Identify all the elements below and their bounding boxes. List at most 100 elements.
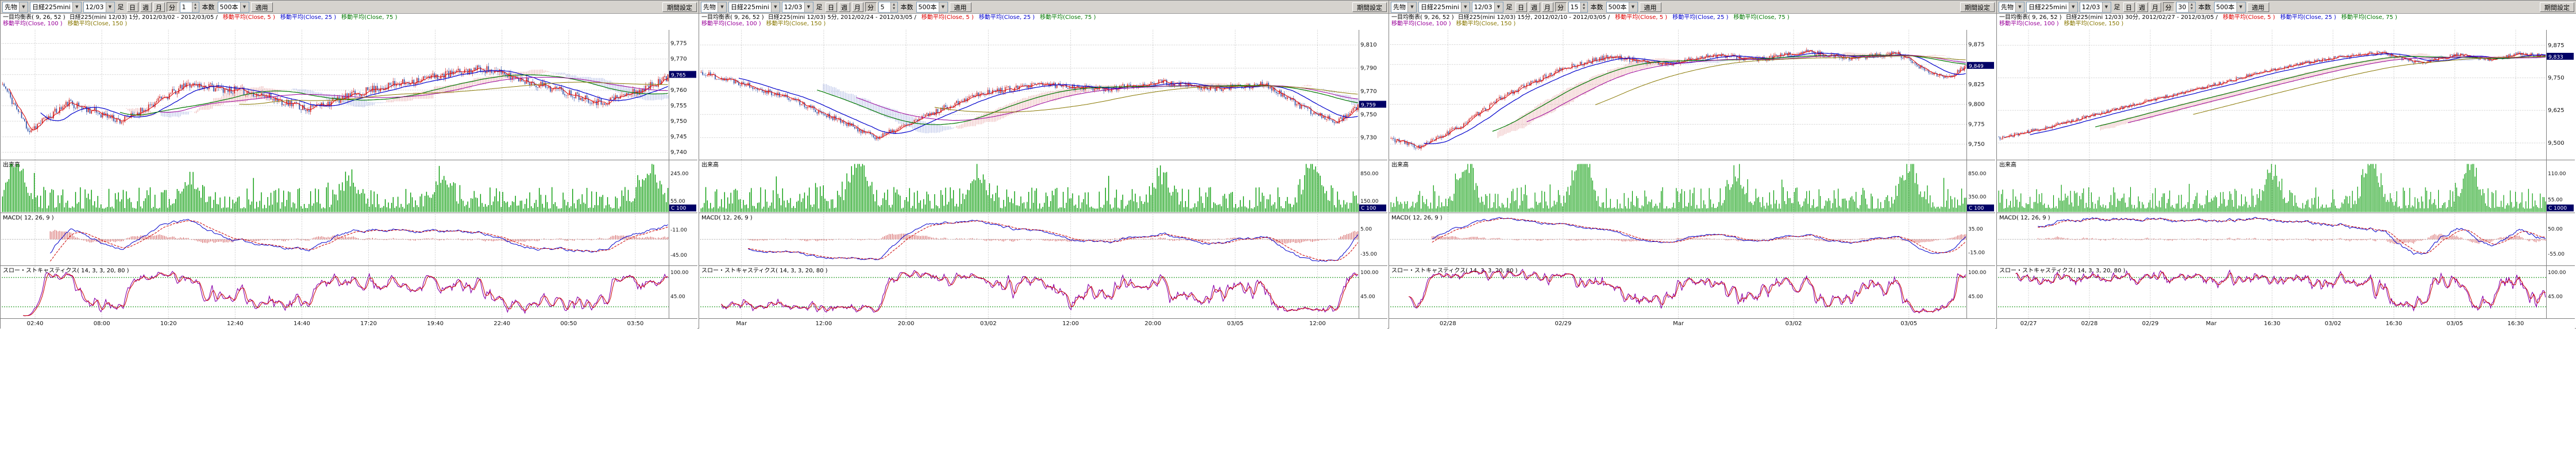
chevron-down-icon: ▼ — [718, 2, 726, 12]
weekly-button[interactable]: 週 — [2137, 2, 2148, 12]
instrument-select[interactable]: 日経225mini▼ — [2026, 2, 2078, 13]
apply-button[interactable]: 適用 — [950, 2, 971, 12]
chart-area[interactable]: 02:4008:0010:2012:4014:4017:2019:4022:40… — [1, 29, 699, 329]
time-axis-label: 16:30 — [2508, 321, 2524, 327]
daily-button[interactable]: 日 — [826, 2, 837, 12]
ma-legend-item: 移動平均(Close, 100 ) — [1391, 21, 1451, 27]
contract-month-select[interactable]: 12/03▼ — [83, 2, 115, 13]
ma-legend-item: 移動平均(Close, 100 ) — [3, 21, 63, 27]
apply-button[interactable]: 適用 — [251, 2, 273, 12]
time-axis-label: 22:40 — [493, 321, 510, 327]
macd-label: MACD( 12, 26, 9 ) — [1391, 215, 1443, 221]
chart-area[interactable]: 02/2802/29Mar03/0203/059,8759,8509,8259,… — [1389, 29, 1996, 329]
apply-button[interactable]: 適用 — [2247, 2, 2269, 12]
monthly-button[interactable]: 月 — [153, 2, 165, 12]
time-axis-label: 02/29 — [2142, 321, 2159, 327]
spin-up-icon[interactable]: ▲ — [1583, 3, 1585, 7]
volume-axis-label: 55.00 — [2548, 197, 2563, 203]
chart-title: 日経225(mini 12/03) 30分, 2012/02/27 - 2012… — [2066, 14, 2218, 21]
ma-legend-item: 移動平均(Close, 5 ) — [2223, 14, 2275, 21]
minute-button[interactable]: 分 — [1555, 2, 1567, 12]
contract-month-select[interactable]: 12/03▼ — [1472, 2, 1503, 13]
bar-count-select[interactable]: 500本▼ — [218, 2, 249, 13]
monthly-button[interactable]: 月 — [852, 2, 863, 12]
price-axis-label: 9,625 — [2548, 107, 2565, 114]
spin-down-icon[interactable]: ▼ — [1583, 7, 1585, 11]
instrument-type-select[interactable]: 先物▼ — [1999, 2, 2024, 13]
time-axis-label: 17:20 — [360, 321, 377, 327]
price-axis-label: 9,760 — [670, 87, 687, 94]
daily-button[interactable]: 日 — [2123, 2, 2135, 12]
period-settings-button[interactable]: 期間設定 — [662, 2, 697, 12]
minute-value-input[interactable]: 1▲▼ — [180, 2, 199, 13]
ma-legend-group-1: 移動平均(Close, 5 )移動平均(Close, 25 )移動平均(Clos… — [218, 14, 398, 21]
contract-month-select[interactable]: 12/03▼ — [2080, 2, 2111, 13]
volume-axis-label: 150.00 — [1360, 199, 1379, 205]
bar-count-value: 500本 — [2215, 2, 2236, 11]
ma-legend-group-2: 移動平均(Close, 100 )移動平均(Close, 150 ) — [3, 21, 127, 27]
weekly-button[interactable]: 週 — [140, 2, 152, 12]
bar-type-label: 足 — [1506, 2, 1513, 11]
minute-button[interactable]: 分 — [167, 2, 178, 12]
ma-legend-group-1: 移動平均(Close, 5 )移動平均(Close, 25 )移動平均(Clos… — [2218, 14, 2397, 21]
instrument-select[interactable]: 日経225mini▼ — [30, 2, 82, 13]
instrument-type-select[interactable]: 先物▼ — [1391, 2, 1417, 13]
chart-canvas-2[interactable]: Mar12:0020:0003/0212:0020:0003/0512:009,… — [699, 29, 1387, 329]
time-axis-label: 02:40 — [27, 321, 44, 327]
time-axis-label: 12:00 — [815, 321, 832, 327]
instrument-select[interactable]: 日経225mini▼ — [728, 2, 780, 13]
spinner-arrows[interactable]: ▲▼ — [1580, 2, 1587, 12]
minute-button[interactable]: 分 — [865, 2, 877, 12]
daily-button[interactable]: 日 — [127, 2, 138, 12]
time-axis-label: 03/05 — [2447, 321, 2463, 327]
macd-axis-label: -45.00 — [670, 253, 687, 259]
chart-canvas-4[interactable]: 02/2702/2802/29Mar16:3003/0216:3003/0516… — [1997, 29, 2575, 329]
chart-toolbar: 先物▼ 日経225mini▼ 12/03▼ 足 日 週 月 分 30▲▼ 本数 … — [1997, 1, 2576, 14]
daily-button[interactable]: 日 — [1515, 2, 1527, 12]
instrument-type-select[interactable]: 先物▼ — [701, 2, 727, 13]
chevron-down-icon: ▼ — [106, 2, 114, 12]
spin-down-icon[interactable]: ▼ — [893, 7, 895, 11]
price-axis-label: 9,750 — [1968, 141, 1985, 148]
volume-axis-label: 850.00 — [1968, 171, 1987, 177]
bar-count-select[interactable]: 500本▼ — [2214, 2, 2246, 13]
chart-canvas-1[interactable]: 02:4008:0010:2012:4014:4017:2019:4022:40… — [1, 29, 697, 329]
spin-up-icon[interactable]: ▲ — [194, 3, 196, 7]
spinner-arrows[interactable]: ▲▼ — [192, 2, 199, 12]
minute-button[interactable]: 分 — [2163, 2, 2174, 12]
chart-area[interactable]: 02/2702/2802/29Mar16:3003/0216:3003/0516… — [1997, 29, 2576, 329]
bar-type-label: 足 — [118, 2, 124, 11]
spinner-arrows[interactable]: ▲▼ — [890, 2, 897, 12]
spinner-arrows[interactable]: ▲▼ — [2188, 2, 2195, 12]
period-settings-button[interactable]: 期間設定 — [2540, 2, 2574, 12]
bar-count-select[interactable]: 500本▼ — [1606, 2, 1638, 13]
spin-up-icon[interactable]: ▲ — [893, 3, 895, 7]
stoch-axis-label: 100.00 — [1360, 270, 1379, 276]
weekly-button[interactable]: 週 — [839, 2, 850, 12]
macd-axis-label: -35.00 — [1360, 252, 1377, 257]
ma-legend-group-1: 移動平均(Close, 5 )移動平均(Close, 25 )移動平均(Clos… — [916, 14, 1096, 21]
chart-canvas-3[interactable]: 02/2802/29Mar03/0203/059,8759,8509,8259,… — [1389, 29, 1995, 329]
contract-month-select[interactable]: 12/03▼ — [782, 2, 813, 13]
weekly-button[interactable]: 週 — [1529, 2, 1540, 12]
spin-down-icon[interactable]: ▼ — [194, 7, 196, 11]
instrument-select[interactable]: 日経225mini▼ — [1418, 2, 1470, 13]
monthly-button[interactable]: 月 — [2150, 2, 2161, 12]
spin-up-icon[interactable]: ▲ — [2191, 3, 2193, 7]
chart-area[interactable]: Mar12:0020:0003/0212:0020:0003/0512:009,… — [699, 29, 1389, 329]
macd-axis-label: 50.00 — [2548, 226, 2563, 232]
minute-value-input[interactable]: 15▲▼ — [1568, 2, 1588, 13]
apply-button[interactable]: 適用 — [1640, 2, 1661, 12]
time-axis-label: 10:20 — [160, 321, 177, 327]
chevron-down-icon: ▼ — [1407, 2, 1416, 12]
chevron-down-icon: ▼ — [1629, 2, 1637, 12]
bar-count-select[interactable]: 500本▼ — [916, 2, 948, 13]
volume-label: 出来高 — [701, 161, 719, 168]
minute-value-input[interactable]: 5▲▼ — [878, 2, 898, 13]
instrument-type-select[interactable]: 先物▼ — [2, 2, 28, 13]
period-settings-button[interactable]: 期間設定 — [1352, 2, 1387, 12]
spin-down-icon[interactable]: ▼ — [2191, 7, 2193, 11]
monthly-button[interactable]: 月 — [1542, 2, 1553, 12]
minute-value-input[interactable]: 30▲▼ — [2176, 2, 2196, 13]
period-settings-button[interactable]: 期間設定 — [1960, 2, 1995, 12]
